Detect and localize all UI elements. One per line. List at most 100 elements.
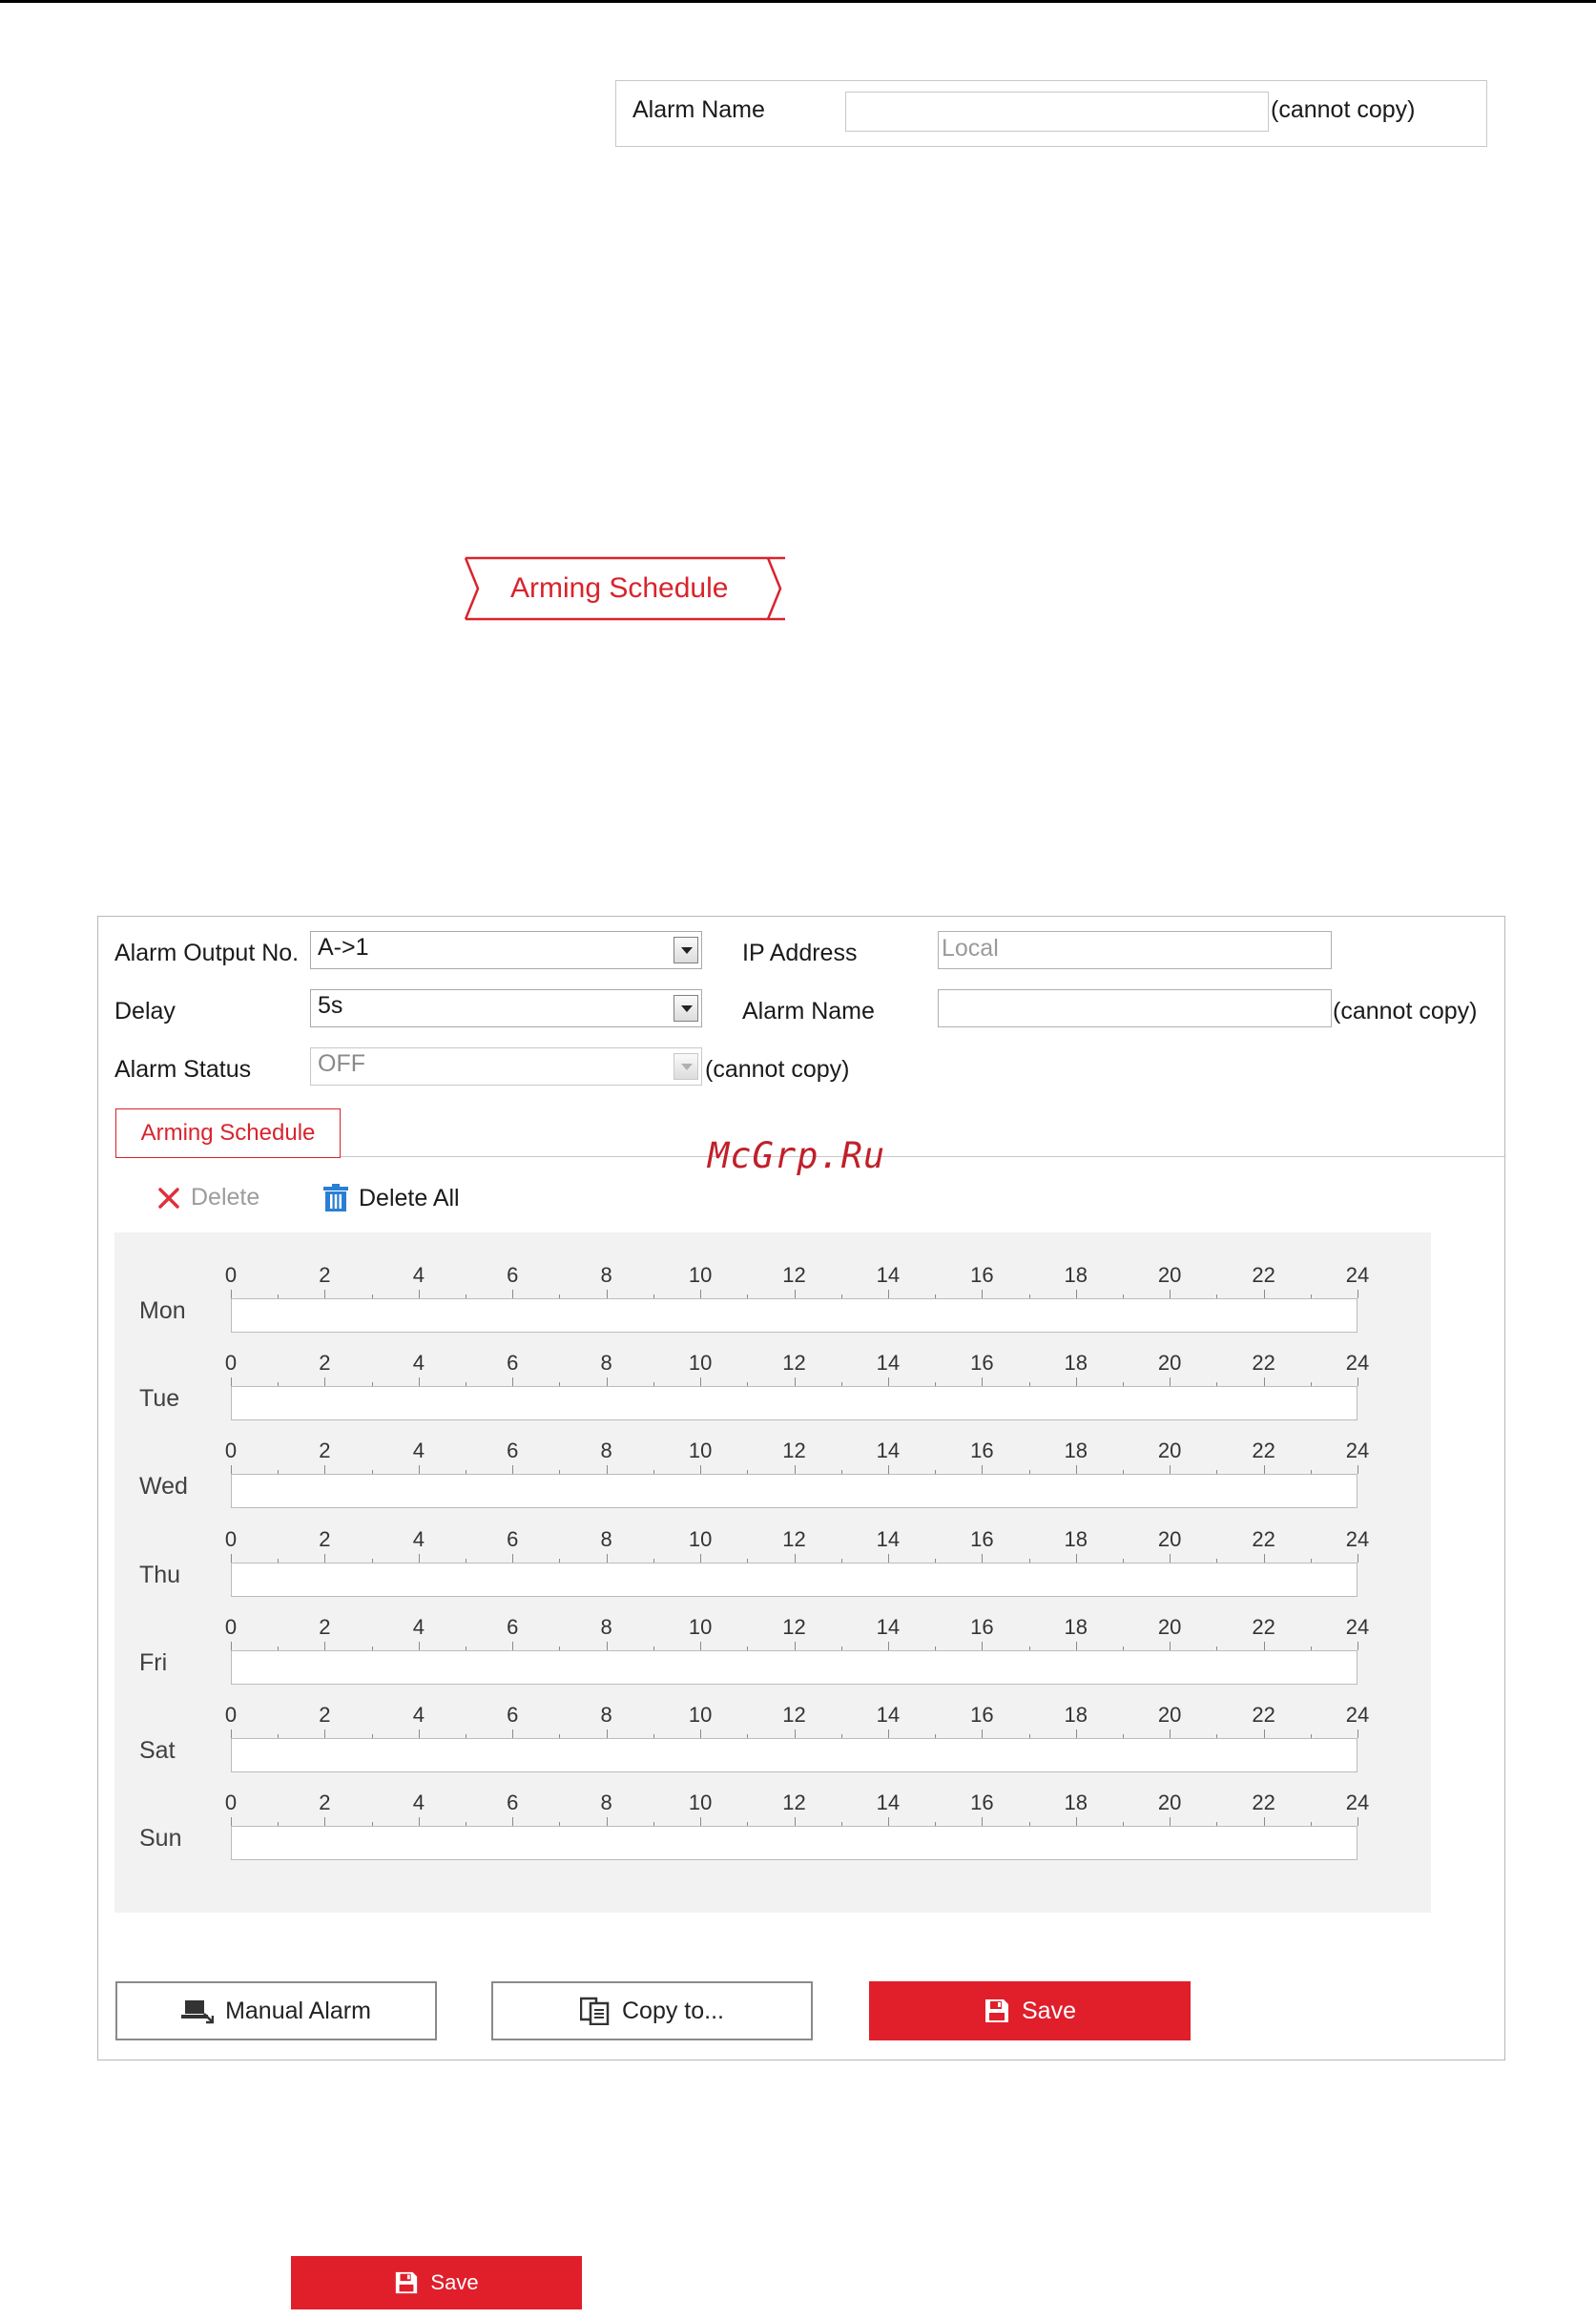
hour-tick	[982, 1641, 984, 1650]
hour-label: 14	[876, 1351, 901, 1376]
tab-arming-schedule[interactable]: Arming Schedule	[115, 1108, 341, 1158]
hour-label: 16	[970, 1439, 994, 1463]
hour-label: 24	[1345, 1526, 1370, 1551]
hour-label: 24	[1345, 1791, 1370, 1815]
hour-label: 20	[1157, 1439, 1182, 1463]
hour-label: 16	[970, 1703, 994, 1727]
hour-label: 14	[876, 1703, 901, 1727]
hour-label: 22	[1252, 1351, 1275, 1376]
alarm-output-no-select[interactable]: A->1	[310, 931, 702, 969]
alarm-name-input[interactable]	[845, 92, 1269, 132]
copy-to-button[interactable]: Copy to...	[491, 1981, 813, 2040]
hour-tick	[1170, 1553, 1171, 1563]
chevron-down-icon[interactable]	[674, 995, 698, 1022]
hour-tick	[512, 1553, 514, 1563]
day-timeline-bar[interactable]	[231, 1386, 1358, 1421]
day-timeline-bar[interactable]	[231, 1826, 1358, 1861]
hour-tick	[794, 1377, 796, 1387]
day-timeline-bar[interactable]	[231, 1738, 1358, 1772]
ip-address-input[interactable]: Local	[938, 931, 1332, 969]
schedule-row-tue: Tue 0 2 4 6 8 10 12 14 16 18 20 22 24	[114, 1351, 1431, 1427]
hour-label: 6	[507, 1263, 519, 1287]
hour-tick	[700, 1641, 702, 1650]
hour-tick	[418, 1377, 420, 1387]
day-timeline-bar[interactable]	[231, 1649, 1358, 1685]
hour-tick	[1263, 1817, 1265, 1827]
hour-tick	[512, 1817, 514, 1827]
hour-label: 12	[782, 1263, 806, 1287]
hour-label: 18	[1064, 1791, 1088, 1815]
cannot-copy-note: (cannot copy)	[1271, 96, 1416, 123]
schedule-row-sat: Sat 0 2 4 6 8 10 12 14 16 18 20 22 24	[114, 1703, 1431, 1779]
hour-label: 12	[782, 1703, 806, 1727]
hour-label: 18	[1064, 1439, 1088, 1463]
hour-label: 0	[224, 1263, 238, 1287]
hour-tick	[794, 1553, 796, 1563]
manual-alarm-button[interactable]: Manual Alarm	[115, 1981, 437, 2040]
hour-label: 8	[600, 1526, 612, 1551]
hour-label: 20	[1157, 1526, 1182, 1551]
day-timeline-bar[interactable]	[231, 1298, 1358, 1333]
arrow-tab-label: Arming Schedule	[510, 572, 729, 604]
floppy-disk-icon	[396, 2271, 418, 2294]
hour-label: 24	[1345, 1703, 1370, 1727]
day-timeline-bar[interactable]	[231, 1474, 1358, 1509]
hour-label: 8	[600, 1703, 612, 1727]
hour-label: 18	[1064, 1703, 1088, 1727]
hour-tick	[1170, 1377, 1171, 1387]
hour-tick	[418, 1817, 420, 1827]
hour-label: 16	[970, 1791, 994, 1815]
hour-tick	[1170, 1465, 1171, 1475]
hour-label: 10	[688, 1614, 713, 1639]
hour-tick	[887, 1729, 889, 1738]
hour-label: 2	[319, 1614, 331, 1639]
save-button[interactable]: Save	[869, 1981, 1191, 2040]
hour-tick	[418, 1729, 420, 1738]
hour-tick	[700, 1465, 702, 1475]
hour-label: 10	[688, 1526, 713, 1551]
alarm-status-value: OFF	[318, 1050, 365, 1077]
bottom-save-button[interactable]: Save	[291, 2256, 582, 2309]
hour-tick	[512, 1290, 514, 1298]
hour-label: 20	[1157, 1703, 1182, 1727]
delete-button[interactable]: Delete	[156, 1184, 259, 1211]
hour-tick	[231, 1465, 232, 1475]
alarm-status-select: OFF	[310, 1047, 702, 1086]
day-timeline-bar[interactable]	[231, 1562, 1358, 1597]
hour-label: 22	[1252, 1614, 1275, 1639]
hour-label: 6	[507, 1614, 519, 1639]
hour-label: 4	[412, 1791, 425, 1815]
alarm-name-input-2[interactable]	[938, 989, 1332, 1027]
hour-label: 8	[600, 1614, 612, 1639]
chevron-down-icon[interactable]	[674, 937, 698, 963]
hour-tick	[1263, 1641, 1265, 1650]
delay-select[interactable]: 5s	[310, 989, 702, 1027]
hour-tick	[887, 1290, 889, 1298]
hour-label: 2	[319, 1439, 331, 1463]
hour-label: 24	[1345, 1614, 1370, 1639]
hour-tick	[606, 1817, 608, 1827]
hour-label: 12	[782, 1351, 806, 1376]
hour-tick	[887, 1817, 889, 1827]
alarm-name-label: Alarm Name	[632, 96, 765, 123]
hour-label: 4	[412, 1351, 425, 1376]
hour-label: 10	[688, 1703, 713, 1727]
hour-tick	[794, 1729, 796, 1738]
hour-tick	[418, 1465, 420, 1475]
alarm-output-no-label: Alarm Output No.	[114, 940, 300, 966]
hour-label: 14	[876, 1263, 901, 1287]
hour-label: 24	[1345, 1439, 1370, 1463]
hour-tick	[324, 1377, 326, 1387]
hour-tick	[418, 1553, 420, 1563]
day-label: Wed	[139, 1473, 188, 1501]
delete-all-button[interactable]: Delete All	[322, 1184, 460, 1212]
hour-label: 2	[319, 1703, 331, 1727]
hour-label: 10	[688, 1351, 713, 1376]
hour-tick	[794, 1465, 796, 1475]
hour-label: 6	[507, 1791, 519, 1815]
hour-tick	[887, 1377, 889, 1387]
hour-tick	[324, 1553, 326, 1563]
hour-tick	[606, 1290, 608, 1298]
hour-label: 4	[412, 1439, 425, 1463]
hour-label: 12	[782, 1791, 806, 1815]
